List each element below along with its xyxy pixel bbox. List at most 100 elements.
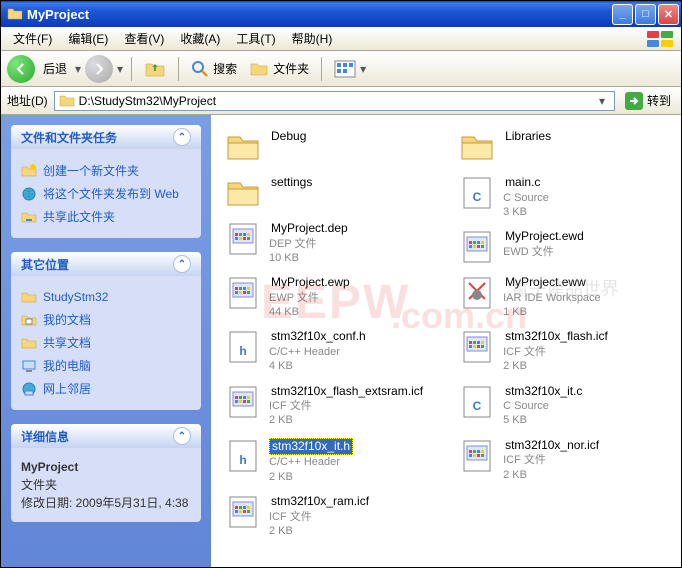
- file-name: stm32f10x_conf.h: [269, 329, 368, 345]
- address-dropdown[interactable]: ▾: [594, 94, 610, 108]
- folder-icon: [7, 6, 23, 22]
- forward-dropdown[interactable]: ▾: [117, 62, 123, 76]
- folder-icon: [459, 129, 495, 165]
- c-icon: C: [459, 384, 495, 420]
- close-button[interactable]: ✕: [658, 4, 679, 25]
- file-meta: DEP 文件: [269, 237, 350, 251]
- back-label: 后退: [39, 60, 71, 77]
- folder-icon: [225, 175, 261, 211]
- folder-icon: [225, 129, 261, 165]
- file-name: Debug: [269, 129, 308, 145]
- file-meta: ICF 文件: [503, 453, 601, 467]
- back-button[interactable]: [7, 55, 35, 83]
- folder-icon: [21, 289, 37, 305]
- explorer-window: MyProject _ □ ✕ 文件(F) 编辑(E) 查看(V) 收藏(A) …: [0, 0, 682, 568]
- file-meta: EWP 文件: [269, 291, 352, 305]
- chevron-up-icon[interactable]: ⌃: [173, 128, 191, 146]
- menu-file[interactable]: 文件(F): [5, 27, 60, 50]
- task-new-folder[interactable]: 创建一个新文件夹: [21, 159, 191, 182]
- file-meta: 4 KB: [269, 359, 368, 373]
- file-item[interactable]: stm32f10x_flash.icfICF 文件2 KB: [457, 327, 612, 375]
- chevron-up-icon[interactable]: ⌃: [173, 255, 191, 273]
- network-icon: [21, 381, 37, 397]
- menu-tools[interactable]: 工具(T): [228, 27, 283, 50]
- file-meta: IAR IDE Workspace: [503, 291, 601, 305]
- file-item[interactable]: Debug: [223, 127, 427, 167]
- file-item[interactable]: hstm32f10x_it.hC/C++ Header2 KB: [223, 436, 427, 486]
- details-type: 文件夹: [21, 476, 191, 494]
- place-my-computer[interactable]: 我的电脑: [21, 354, 191, 377]
- file-item[interactable]: hstm32f10x_conf.hC/C++ Header4 KB: [223, 327, 427, 375]
- icf-icon: [459, 329, 495, 365]
- search-button[interactable]: 搜索: [187, 56, 241, 82]
- tasks-panel-header[interactable]: 文件和文件夹任务 ⌃: [11, 125, 201, 149]
- minimize-button[interactable]: _: [612, 4, 633, 25]
- file-name: stm32f10x_it.h: [269, 438, 353, 456]
- file-meta: 5 KB: [503, 413, 584, 427]
- file-meta: 2 KB: [269, 524, 371, 538]
- file-item[interactable]: Libraries: [457, 127, 612, 167]
- shared-folder-icon: [21, 335, 37, 351]
- file-item[interactable]: stm32f10x_flash_extsram.icfICF 文件2 KB: [223, 382, 427, 430]
- details-panel-header[interactable]: 详细信息 ⌃: [11, 424, 201, 448]
- file-meta: 3 KB: [503, 205, 549, 219]
- file-item[interactable]: MyProject.ewwIAR IDE Workspace1 KB: [457, 273, 612, 321]
- address-input[interactable]: D:\StudyStm32\MyProject ▾: [54, 91, 615, 111]
- file-name: stm32f10x_it.c: [503, 384, 584, 400]
- place-network[interactable]: 网上邻居: [21, 377, 191, 400]
- svg-text:C: C: [473, 399, 482, 413]
- dep-icon: [225, 221, 261, 257]
- task-publish-web[interactable]: 将这个文件夹发布到 Web: [21, 182, 191, 205]
- file-meta: C/C++ Header: [269, 345, 368, 359]
- task-share[interactable]: 共享此文件夹: [21, 205, 191, 228]
- file-item[interactable]: stm32f10x_nor.icfICF 文件2 KB: [457, 436, 612, 484]
- folder-icon: [59, 93, 75, 109]
- details-name: MyProject: [21, 458, 191, 476]
- menu-favorites[interactable]: 收藏(A): [172, 27, 228, 50]
- svg-text:C: C: [473, 190, 482, 204]
- globe-icon: [21, 186, 37, 202]
- views-button[interactable]: ▾: [330, 56, 370, 82]
- file-name: MyProject.eww: [503, 275, 601, 291]
- file-name: stm32f10x_flash_extsram.icf: [269, 384, 425, 400]
- address-label: 地址(D): [7, 92, 48, 109]
- file-name: MyProject.ewd: [503, 229, 586, 245]
- new-folder-icon: [21, 163, 37, 179]
- file-item[interactable]: MyProject.ewdEWD 文件: [457, 227, 612, 267]
- file-item[interactable]: Cstm32f10x_it.cC Source5 KB: [457, 382, 612, 430]
- folders-button[interactable]: 文件夹: [245, 55, 313, 83]
- file-list[interactable]: EEPW .com.cn 電子產品世界 DebugsettingsMyProje…: [211, 115, 681, 567]
- maximize-button[interactable]: □: [635, 4, 656, 25]
- file-meta: 2 KB: [503, 359, 610, 373]
- documents-icon: [21, 312, 37, 328]
- window-title: MyProject: [27, 7, 612, 22]
- titlebar[interactable]: MyProject _ □ ✕: [1, 1, 681, 27]
- icf-icon: [225, 384, 261, 420]
- file-name: main.c: [503, 175, 549, 191]
- file-meta: ICF 文件: [503, 345, 610, 359]
- file-name: stm32f10x_flash.icf: [503, 329, 610, 345]
- place-parent-folder[interactable]: StudyStm32: [21, 286, 191, 308]
- menu-view[interactable]: 查看(V): [116, 27, 172, 50]
- file-item[interactable]: Cmain.cC Source3 KB: [457, 173, 612, 221]
- back-dropdown[interactable]: ▾: [75, 62, 81, 76]
- windows-flag-icon: [645, 29, 677, 49]
- menu-help[interactable]: 帮助(H): [284, 27, 341, 50]
- file-item[interactable]: MyProject.depDEP 文件10 KB: [223, 219, 427, 267]
- chevron-up-icon[interactable]: ⌃: [173, 427, 191, 445]
- file-meta: 2 KB: [269, 470, 353, 484]
- up-button[interactable]: [140, 54, 170, 84]
- place-shared-docs[interactable]: 共享文档: [21, 331, 191, 354]
- menu-edit[interactable]: 编辑(E): [60, 27, 116, 50]
- file-name: MyProject.dep: [269, 221, 350, 237]
- place-my-documents[interactable]: 我的文档: [21, 308, 191, 331]
- forward-button: [85, 55, 113, 83]
- places-panel-header[interactable]: 其它位置 ⌃: [11, 252, 201, 276]
- content-area: 文件和文件夹任务 ⌃ 创建一个新文件夹 将这个文件夹发布到 Web 共享此文件夹: [1, 115, 681, 567]
- file-meta: C Source: [503, 191, 549, 205]
- file-item[interactable]: settings: [223, 173, 427, 213]
- file-item[interactable]: MyProject.ewpEWP 文件44 KB: [223, 273, 427, 321]
- file-meta: 2 KB: [503, 468, 601, 482]
- go-button[interactable]: 转到: [621, 90, 675, 112]
- file-item[interactable]: stm32f10x_ram.icfICF 文件2 KB: [223, 492, 427, 540]
